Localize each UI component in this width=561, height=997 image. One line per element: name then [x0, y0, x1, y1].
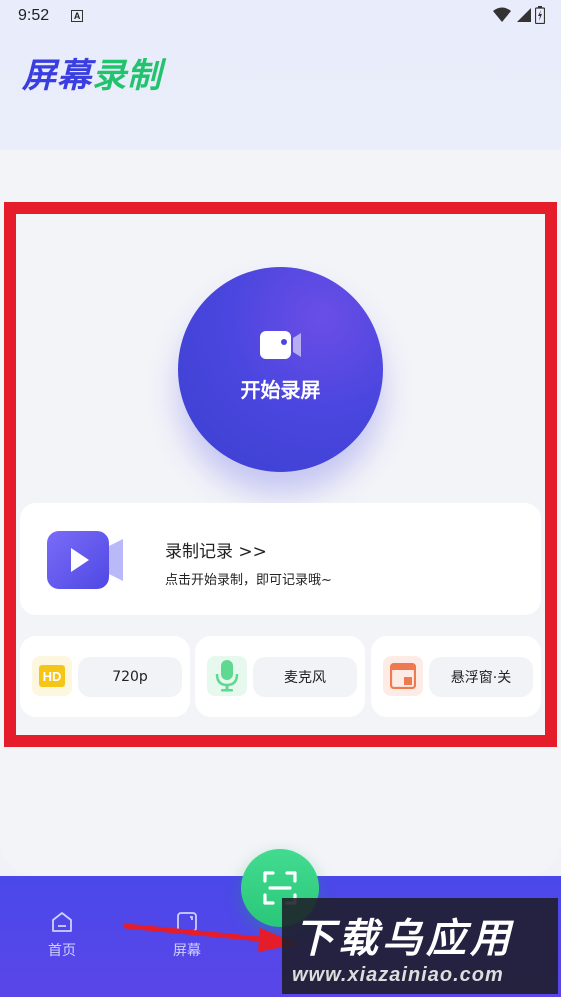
watermark-main: 下载乌应用 — [294, 916, 514, 962]
nav-home-label: 首页 — [48, 943, 76, 959]
wifi-icon — [493, 7, 511, 22]
signal-icon — [517, 8, 531, 22]
status-icons — [493, 6, 545, 24]
floating-window-setting-card[interactable]: 悬浮窗·关 — [371, 636, 541, 717]
recording-history-card[interactable]: 录制记录 >> 点击开始录制，即可记录哦~ — [20, 503, 541, 615]
start-recording-button[interactable]: 开始录屏 — [178, 267, 383, 472]
floating-window-toggle[interactable]: 悬浮窗·关 — [429, 657, 533, 697]
start-recording-label: 开始录屏 — [240, 378, 321, 402]
resolution-selector[interactable]: 720p — [78, 657, 182, 697]
floating-window-icon — [383, 656, 423, 696]
resolution-setting-card[interactable]: HD 720p — [20, 636, 190, 717]
home-icon — [52, 912, 72, 932]
hd-icon: HD — [32, 656, 72, 696]
status-bar: 9:52 A — [0, 0, 561, 32]
play-video-icon — [47, 531, 123, 589]
app-title-part1: 屏幕 — [22, 56, 92, 96]
notification-badge: A — [71, 10, 84, 22]
svg-text:HD: HD — [43, 669, 62, 684]
watermark-sub: www.xiazainiao.com — [292, 964, 504, 986]
battery-icon — [535, 6, 545, 24]
app-title: 屏幕录制 — [22, 48, 162, 97]
app-title-part2: 录制 — [92, 56, 162, 96]
microphone-setting-card[interactable]: 麦克风 — [195, 636, 365, 717]
history-title[interactable]: 录制记录 >> — [165, 537, 267, 562]
microphone-toggle[interactable]: 麦克风 — [253, 657, 357, 697]
nav-item-home[interactable]: 首页 — [32, 910, 92, 960]
history-subtitle: 点击开始录制，即可记录哦~ — [165, 573, 332, 588]
status-time: 9:52 — [18, 7, 50, 24]
video-camera-icon — [259, 331, 301, 359]
microphone-icon — [207, 656, 247, 696]
arrow-annotation — [123, 923, 298, 952]
watermark: 下载乌应用 www.xiazainiao.com — [282, 898, 558, 994]
